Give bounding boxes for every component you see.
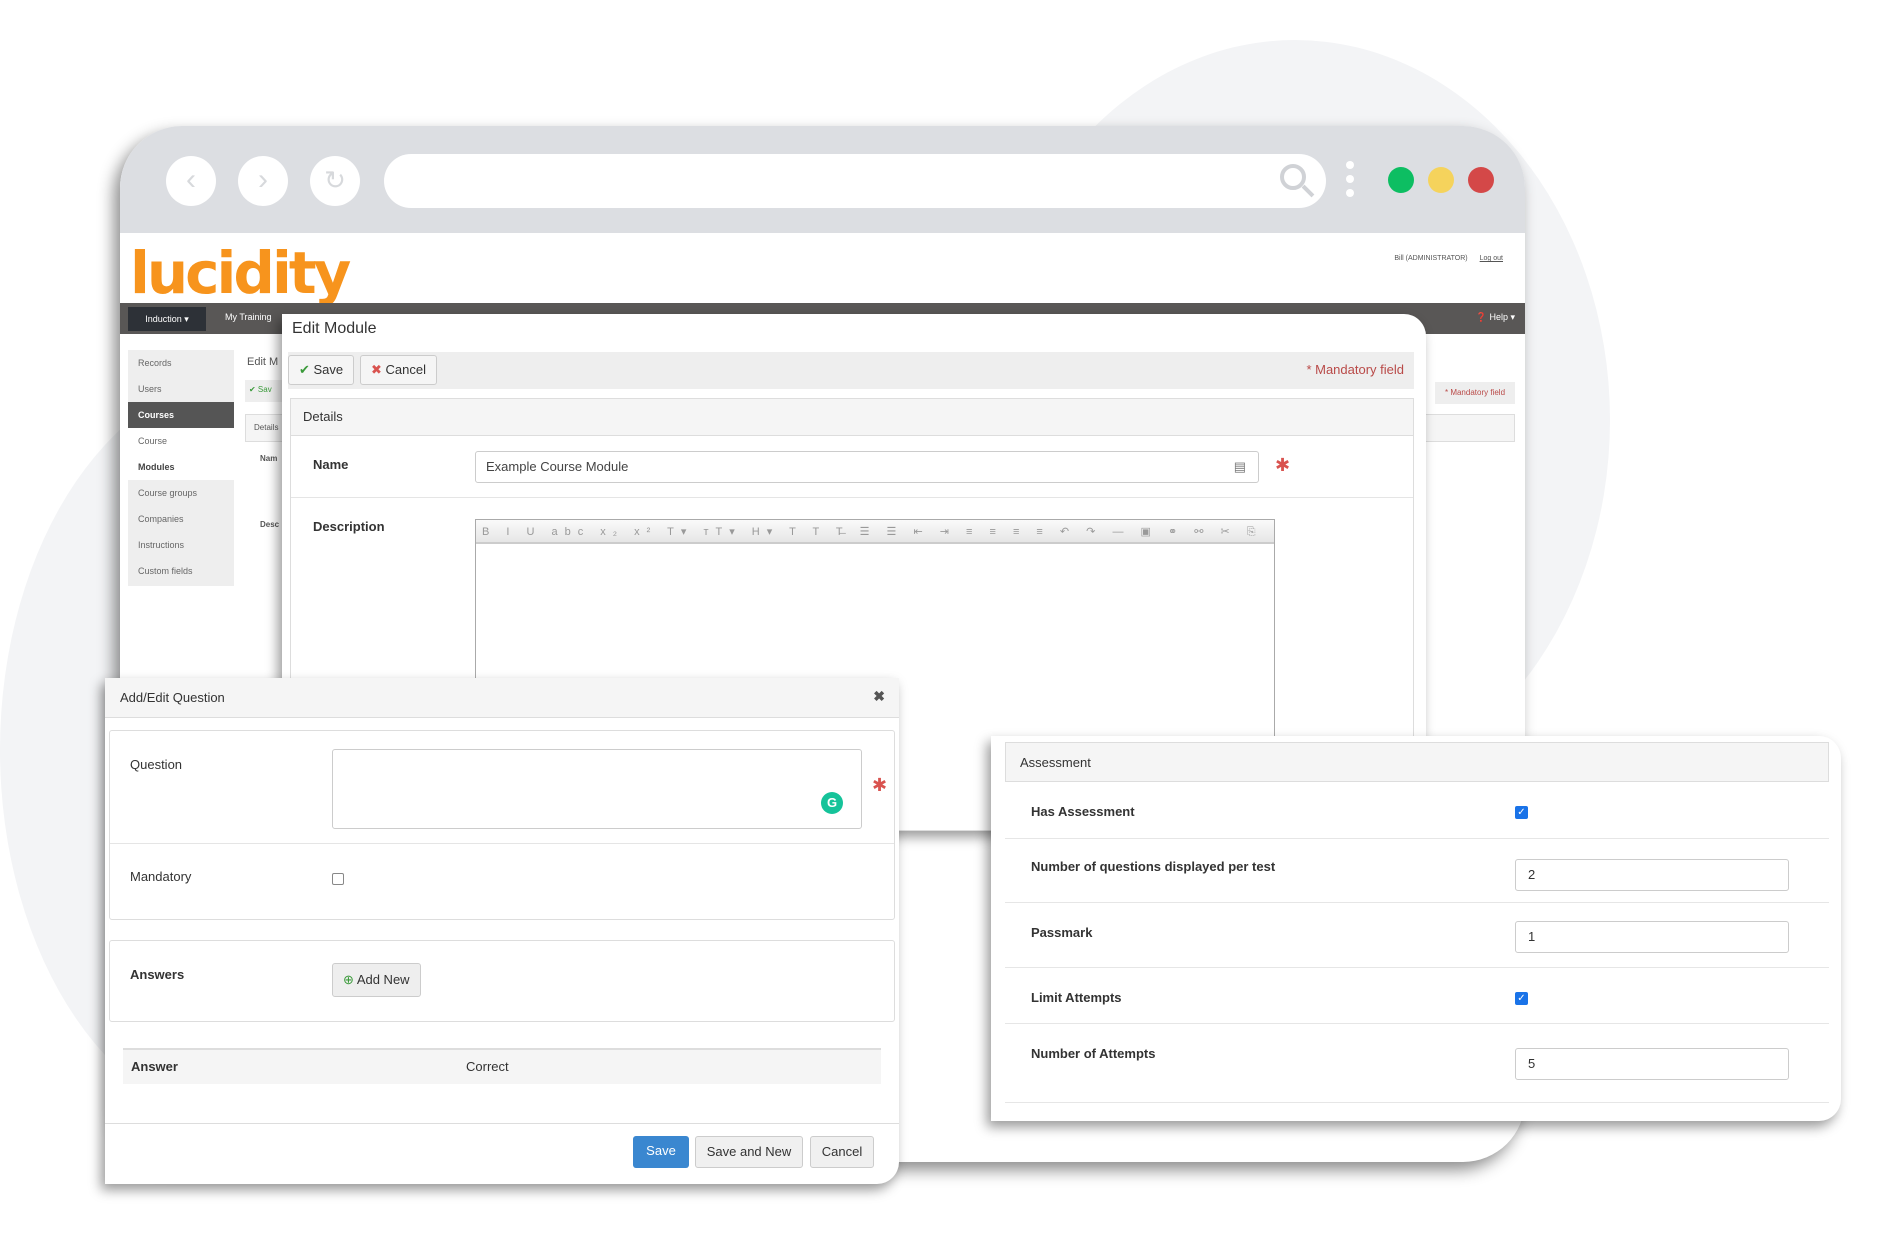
save-label: Save [313,362,344,377]
chevron-right-icon: › [258,163,268,196]
sidebar-item-companies[interactable]: Companies [128,506,234,532]
col-correct: Correct [466,1059,509,1074]
address-bar[interactable] [384,154,1326,208]
sidebar-item-course[interactable]: Course [128,428,234,454]
lucidity-logo: lucidity [130,239,351,307]
sidebar: Records Users Courses Course Modules Cou… [128,350,234,586]
maximize-button[interactable] [1388,167,1414,193]
add-new-label: Add New [356,972,410,987]
name-label: Name [313,457,349,472]
user-name: Bill (ADMINISTRATOR) [1394,255,1468,262]
divider [291,497,1413,498]
name-input[interactable]: Example Course Module ▤ [475,451,1259,483]
sidebar-item-records[interactable]: Records [128,350,234,376]
sidebar-item-instructions[interactable]: Instructions [128,532,234,558]
autofill-icon: ▤ [1233,459,1246,474]
check-icon: ✔ [299,362,314,377]
questions-per-test-row: Number of questions displayed per test 2 [1005,839,1829,903]
sidebar-item-courses[interactable]: Courses [128,402,234,428]
attempts-input[interactable]: 5 [1515,1048,1789,1080]
menu-kebab-icon[interactable] [1346,161,1354,203]
reload-button[interactable]: ↻ [310,156,360,206]
logout-link[interactable]: Log out [1480,255,1503,262]
forward-button[interactable]: › [238,156,288,206]
bg-save-button: ✔ Sav [245,380,285,402]
close-icon[interactable]: ✖ [873,688,885,705]
col-answer: Answer [131,1059,178,1074]
passmark-label: Passmark [1031,925,1093,940]
questions-per-test-label: Number of questions displayed per test [1031,859,1276,874]
grammarly-icon: G [821,792,843,814]
dialog-title: Add/Edit Question [105,678,899,718]
answers-label: Answers [130,967,185,982]
assessment-title: Assessment [1005,742,1829,782]
answers-section: Answers ⊕ Add New [109,940,895,1022]
cancel-label: Cancel [385,362,426,377]
close-button[interactable] [1468,167,1494,193]
limit-attempts-label: Limit Attempts [1031,990,1122,1005]
chevron-left-icon: ‹ [186,163,196,196]
save-button[interactable]: ✔ Save [288,355,355,385]
attempts-row: Number of Attempts 5 [1005,1024,1829,1103]
has-assessment-checkbox[interactable]: ✓ [1515,806,1528,819]
details-header: Details [291,399,1413,436]
app-header: lucidity Bill (ADMINISTRATOR) Log out [120,233,1525,307]
name-value: Example Course Module [486,459,629,474]
sidebar-item-modules[interactable]: Modules [128,454,234,480]
bg-desc: Desc [260,520,280,529]
browser-toolbar: ‹ › ↻ [120,126,1525,233]
save-button[interactable]: Save [633,1136,689,1168]
divider [110,843,894,844]
answers-table-header: Answer Correct [123,1048,881,1084]
minimize-button[interactable] [1428,167,1454,193]
passmark-row: Passmark 1 [1005,903,1829,968]
dialog-footer: Save Save and New Cancel [105,1123,899,1168]
editor-toolbar[interactable]: B I U abc x₂ x² T▾ тT▾ H▾ T T T̶ ☰ ☰ ⇤ ⇥… [476,520,1274,544]
question-input[interactable]: G [332,749,862,829]
has-assessment-row: Has Assessment ✓ [1005,782,1829,839]
passmark-input[interactable]: 1 [1515,921,1789,953]
back-button[interactable]: ‹ [166,156,216,206]
cancel-button[interactable]: ✖ Cancel [360,355,437,385]
cancel-button[interactable]: Cancel [810,1136,874,1168]
required-asterisk: ✱ [1275,455,1291,475]
bg-title: Edit M [247,356,279,368]
questions-per-test-input[interactable]: 2 [1515,859,1789,891]
limit-attempts-row: Limit Attempts ✓ [1005,968,1829,1024]
attempts-label: Number of Attempts [1031,1046,1156,1061]
bg-mandatory-note: * Mandatory field [1435,382,1515,404]
description-label: Description [313,519,385,534]
sidebar-item-users[interactable]: Users [128,376,234,402]
reload-icon: ↻ [324,165,346,195]
required-asterisk: ✱ [872,775,888,795]
limit-attempts-checkbox[interactable]: ✓ [1515,992,1528,1005]
sidebar-item-course-groups[interactable]: Course groups [128,480,234,506]
edit-toolbar: ✔ Save ✖ Cancel * Mandatory field [288,352,1414,389]
assessment-panel: Assessment Has Assessment ✓ Number of qu… [991,736,1841,1121]
search-icon [1280,164,1306,190]
question-section: Question G ✱ Mandatory [109,730,895,920]
mandatory-note: * Mandatory field [1306,362,1404,377]
nav-my-training[interactable]: My Training [225,312,272,322]
nav-help[interactable]: ❓ Help ▾ [1476,312,1515,323]
edit-module-title: Edit Module [292,320,377,337]
plus-circle-icon: ⊕ [343,972,354,987]
mandatory-checkbox[interactable] [332,873,344,885]
add-edit-question-dialog: Add/Edit Question ✖ Question G ✱ Mandato… [105,678,899,1184]
sidebar-item-custom-fields[interactable]: Custom fields [128,558,234,584]
has-assessment-label: Has Assessment [1031,804,1135,819]
bg-name: Nam [260,454,278,463]
x-icon: ✖ [371,362,386,377]
save-and-new-button[interactable]: Save and New [695,1136,803,1168]
mandatory-label: Mandatory [130,869,192,884]
add-new-button[interactable]: ⊕ Add New [332,963,421,997]
user-info: Bill (ADMINISTRATOR) Log out [1394,255,1503,262]
nav-induction[interactable]: Induction ▾ [128,307,206,331]
question-label: Question [130,757,183,772]
